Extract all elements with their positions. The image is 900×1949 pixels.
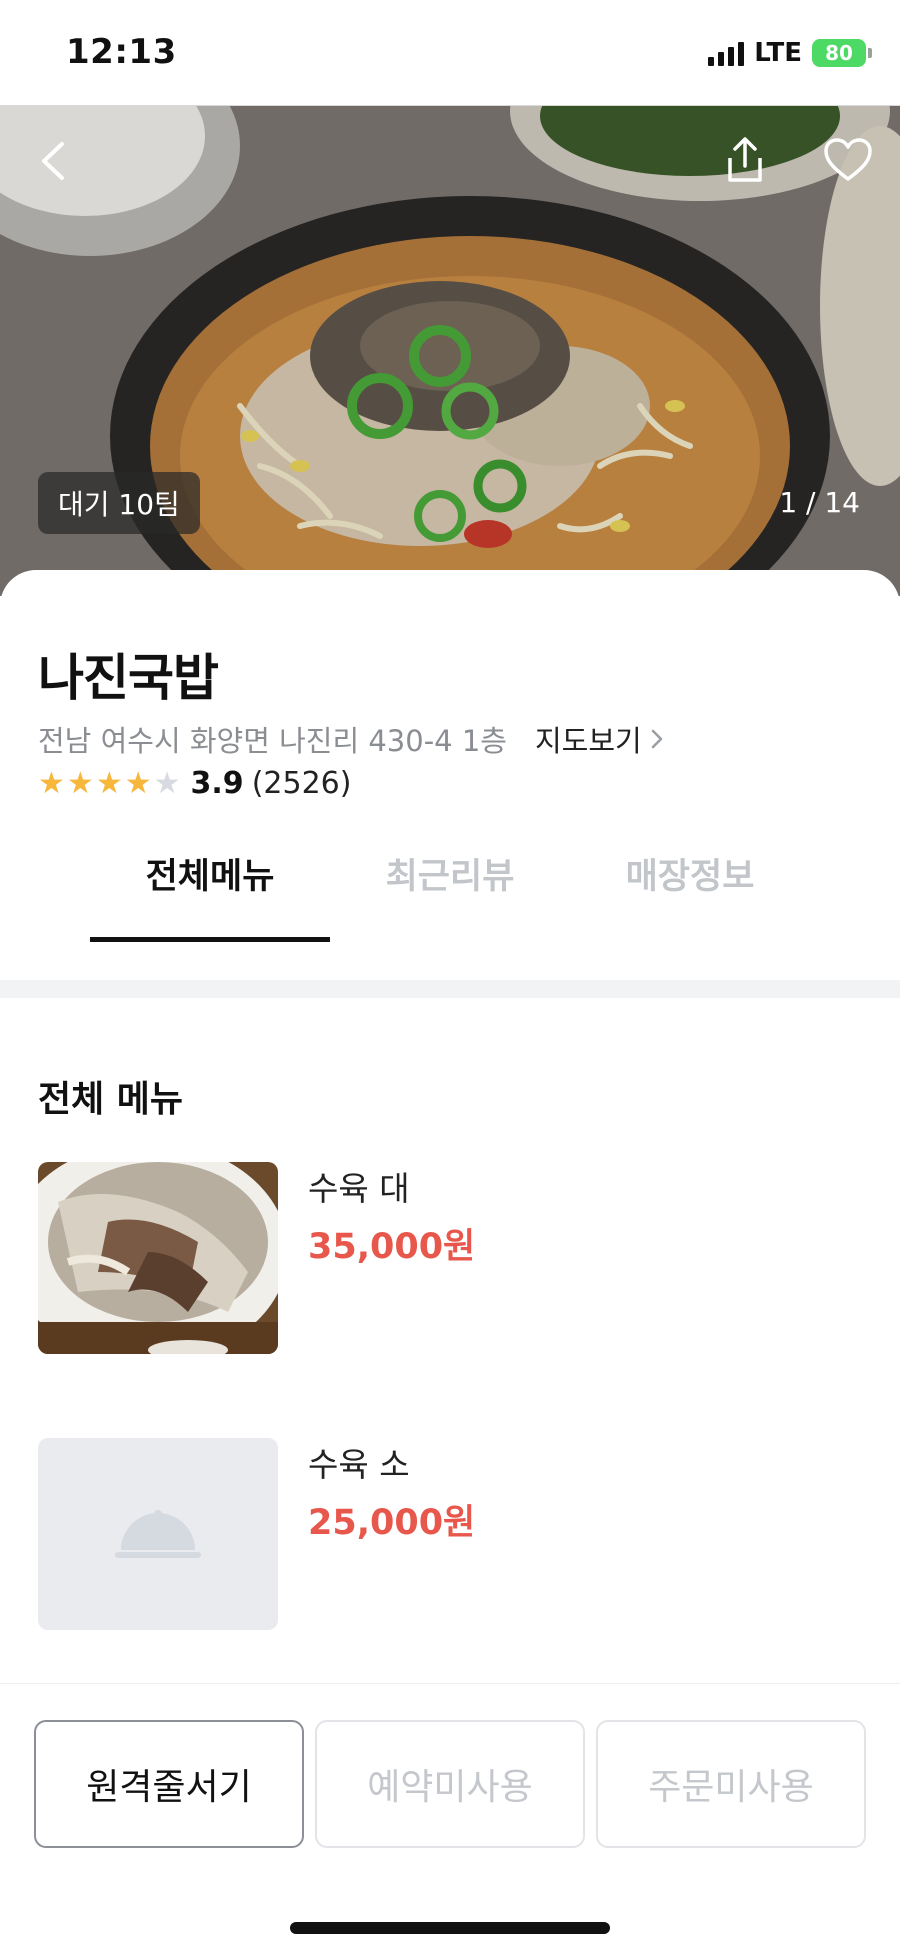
store-name: 나진국밥 <box>38 649 219 707</box>
menu-item[interactable]: 수육 소 25,000원 <box>38 1438 868 1630</box>
status-bar: 12:13 LTE 80 <box>0 0 900 106</box>
remote-queue-button[interactable]: 원격줄서기 <box>34 1720 304 1848</box>
tab-bar: 전체메뉴 최근리뷰 매장정보 <box>0 848 900 942</box>
heart-icon[interactable] <box>822 136 874 184</box>
rating-row[interactable]: ★ ★ ★ ★ ★ 3.9 (2526) <box>38 766 351 801</box>
star-icon: ★ <box>38 765 65 801</box>
tab-store-info[interactable]: 매장정보 <box>570 848 810 942</box>
menu-section-title: 전체 메뉴 <box>38 1079 184 1120</box>
store-address: 전남 여수시 화양면 나진리 430-4 1층 <box>38 724 507 758</box>
menu-photo <box>38 1162 278 1354</box>
rating-value: 3.9 <box>190 766 244 801</box>
hero-photo[interactable]: 대기 10팀 1 / 14 <box>0 106 900 596</box>
map-link[interactable]: 지도보기 <box>535 718 664 760</box>
status-indicators: LTE 80 <box>708 38 872 68</box>
chevron-right-icon <box>651 729 662 749</box>
photo-counter: 1 / 14 <box>779 486 860 519</box>
battery-icon: 80 <box>812 39 872 67</box>
tab-recent-reviews[interactable]: 최근리뷰 <box>330 848 570 942</box>
menu-item-price: 35,000원 <box>308 1227 476 1267</box>
cloche-icon <box>115 1510 201 1558</box>
boiled-pork-photo <box>38 1162 278 1354</box>
star-icon: ★ <box>95 765 123 801</box>
menu-item[interactable]: 수육 대 35,000원 <box>38 1162 868 1354</box>
menu-item-name: 수육 소 <box>308 1445 410 1484</box>
back-arrow-icon[interactable] <box>30 136 80 186</box>
menu-photo-placeholder <box>38 1438 278 1630</box>
review-count: (2526) <box>251 766 352 801</box>
home-indicator <box>290 1922 610 1934</box>
status-time: 12:13 <box>66 32 177 72</box>
network-label: LTE <box>754 38 802 68</box>
bottom-action-bar: 원격줄서기 예약미사용 주문미사용 <box>0 1683 900 1949</box>
star-icon: ★ <box>153 765 181 801</box>
signal-icon <box>708 40 745 66</box>
map-link-label: 지도보기 <box>534 724 642 758</box>
menu-item-name: 수육 대 <box>308 1169 410 1208</box>
wait-badge: 대기 10팀 <box>38 472 200 534</box>
star-icon: ★ <box>66 765 94 801</box>
section-divider <box>0 980 900 998</box>
menu-item-price: 25,000원 <box>308 1503 476 1543</box>
tab-full-menu[interactable]: 전체메뉴 <box>90 848 330 942</box>
star-icon: ★ <box>124 765 152 801</box>
address-row: 전남 여수시 화양면 나진리 430-4 1층 지도보기 <box>38 718 664 760</box>
share-icon[interactable] <box>720 134 770 186</box>
star-rating: ★ ★ ★ ★ ★ <box>38 765 181 801</box>
battery-level: 80 <box>825 41 853 65</box>
order-button[interactable]: 주문미사용 <box>596 1720 866 1848</box>
reservation-button[interactable]: 예약미사용 <box>315 1720 585 1848</box>
